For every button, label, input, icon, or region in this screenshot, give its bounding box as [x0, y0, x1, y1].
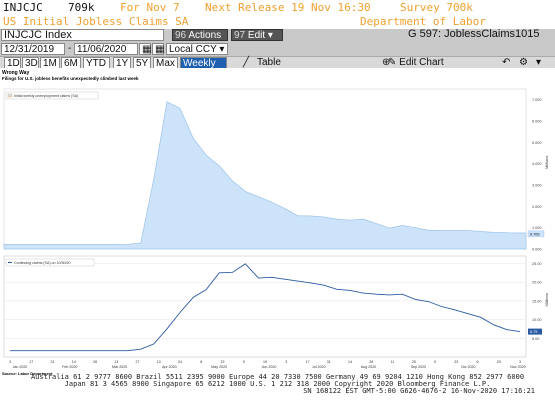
calendar-end-icon[interactable]: ▦ — [152, 43, 164, 55]
x-day-tick: 27 — [136, 360, 140, 364]
top-y-tick-label: 1.000 — [532, 226, 542, 230]
top-y-tick-label: 2.000 — [532, 205, 542, 209]
x-day-tick: 11 — [391, 360, 395, 364]
chart-subtitle: Filings for U.S. jobless benefits unexpe… — [2, 76, 139, 81]
x-day-tick: 20 — [497, 360, 501, 364]
top-y-tick-label: 3.000 — [532, 184, 542, 188]
top-legend-label: Initial weekly unemployment claims (SA) — [14, 94, 78, 98]
top-last-value: 0.709 — [530, 232, 540, 236]
bottom-legend-label: Continuing claims (SA) on 10/30/20 — [14, 261, 71, 265]
x-day-tick: 9 — [434, 360, 436, 364]
next-release: Next Release 19 Nov 16:30 — [205, 1, 371, 14]
x-day-tick: 5 — [243, 360, 245, 364]
top-y-axis-label: Millions — [544, 156, 549, 169]
end-date-field[interactable]: 11/06/2020 — [74, 43, 138, 55]
footer-line-3: SN 168122 EST GMT-5:00 G626-4676-2 16-No… — [303, 387, 535, 395]
top-y-tick-label: 6.000 — [532, 120, 542, 124]
top-y-tick-label: 4.000 — [532, 162, 542, 166]
calendar-icon[interactable]: ▦ — [139, 43, 151, 55]
x-day-tick: 3 — [519, 360, 521, 364]
x-day-tick: 22 — [221, 360, 225, 364]
bottom-panel-frame — [3, 255, 527, 358]
security-field[interactable]: INJCJC Index — [1, 29, 164, 41]
x-day-tick: 25 — [412, 360, 416, 364]
top-y-tick-label: 0.000 — [532, 248, 542, 252]
source-agency: Department of Labor — [360, 15, 486, 28]
x-day-tick: 10 — [157, 360, 161, 364]
x-month-label: Feb 2020 — [62, 365, 77, 369]
x-day-tick: 28 — [369, 360, 373, 364]
x-month-label: Jan 2020 — [13, 365, 28, 369]
latest-value: 709k — [68, 1, 95, 14]
x-day-tick: 13 — [114, 360, 118, 364]
bottom-y-tick-label: 20.00 — [532, 281, 542, 285]
top-y-tick-label: 7.000 — [532, 98, 542, 102]
x-day-tick: 3 — [285, 360, 287, 364]
x-month-label: Sep 2020 — [411, 365, 426, 369]
bottom-y-tick-label: 10.00 — [532, 318, 542, 322]
edit-menu[interactable]: 97 Edit ▾ — [231, 29, 283, 41]
bottom-y-tick-label: 5.00 — [532, 337, 539, 341]
bottom-y-axis-label: Millions — [544, 293, 549, 306]
x-month-label: Aug 2020 — [361, 365, 376, 369]
x-day-tick: 6 — [477, 360, 479, 364]
toolbar-dates: 12/31/2019 - 11/06/2020 ▦ ▦ Local CCY ▾ — [0, 42, 555, 56]
x-day-tick: 3 — [9, 360, 11, 364]
bottom-y-tick-label: 15.00 — [532, 299, 542, 303]
x-month-label: Nov 2020 — [510, 365, 525, 369]
x-day-tick: 28 — [93, 360, 97, 364]
toolbar-periods: 1D 3D 1M 6M YTD 1Y 5Y Max Weekly ▼ ╱ Tab… — [0, 56, 555, 80]
subtitle-row: US Initial Jobless Claims SA Department … — [0, 14, 555, 29]
x-day-tick: 14 — [348, 360, 352, 364]
toolbar-top: INJCJC Index 96 Actions ▾ 97 Edit ▾ G 59… — [0, 29, 555, 52]
series-description: US Initial Jobless Claims SA — [3, 15, 189, 28]
ticker: INJCJC — [3, 1, 43, 14]
x-day-tick: 19 — [263, 360, 267, 364]
x-month-label: Mar 2020 — [112, 365, 127, 369]
x-day-tick: 8 — [200, 360, 202, 364]
chart-area: Wrong WayFilings for U.S. jobless benefi… — [0, 68, 555, 400]
x-day-tick: 31 — [51, 360, 55, 364]
date-separator: - — [68, 43, 72, 54]
x-day-tick: 24 — [178, 360, 182, 364]
currency-select[interactable]: Local CCY ▾ — [166, 43, 228, 55]
bottom-y-tick-label: 25.00 — [532, 262, 542, 266]
top-legend-swatch — [7, 93, 13, 98]
x-day-tick: 31 — [327, 360, 331, 364]
page-code: G 597: JoblessClaims1015 — [406, 29, 554, 41]
actions-menu[interactable]: 96 Actions ▾ — [172, 29, 228, 52]
top-panel: Wrong WayFilings for U.S. jobless benefi… — [2, 70, 549, 252]
x-month-label: Oct 2020 — [461, 365, 476, 369]
x-month-label: May 2020 — [211, 365, 227, 369]
bottom-panel: Continuing claims (SA) on 10/30/20 25.00 2… — [3, 255, 549, 358]
x-month-label: Apr 2020 — [162, 365, 177, 369]
x-day-tick: 23 — [454, 360, 458, 364]
for-period: For Nov 7 — [120, 1, 180, 14]
x-day-tick: 17 — [306, 360, 310, 364]
top-y-tick-label: 5.000 — [532, 141, 542, 145]
survey: Survey 700k — [400, 1, 473, 14]
x-day-tick: 14 — [72, 360, 76, 364]
header-row: INJCJC 709k For Nov 7 Next Release 19 No… — [0, 0, 555, 15]
x-month-label: Jun 2020 — [262, 365, 277, 369]
start-date-field[interactable]: 12/31/2019 — [1, 43, 65, 55]
x-month-label: Jul 2020 — [312, 365, 326, 369]
bottom-last-value: 6.79 — [530, 330, 537, 334]
x-day-tick: 17 — [29, 360, 33, 364]
